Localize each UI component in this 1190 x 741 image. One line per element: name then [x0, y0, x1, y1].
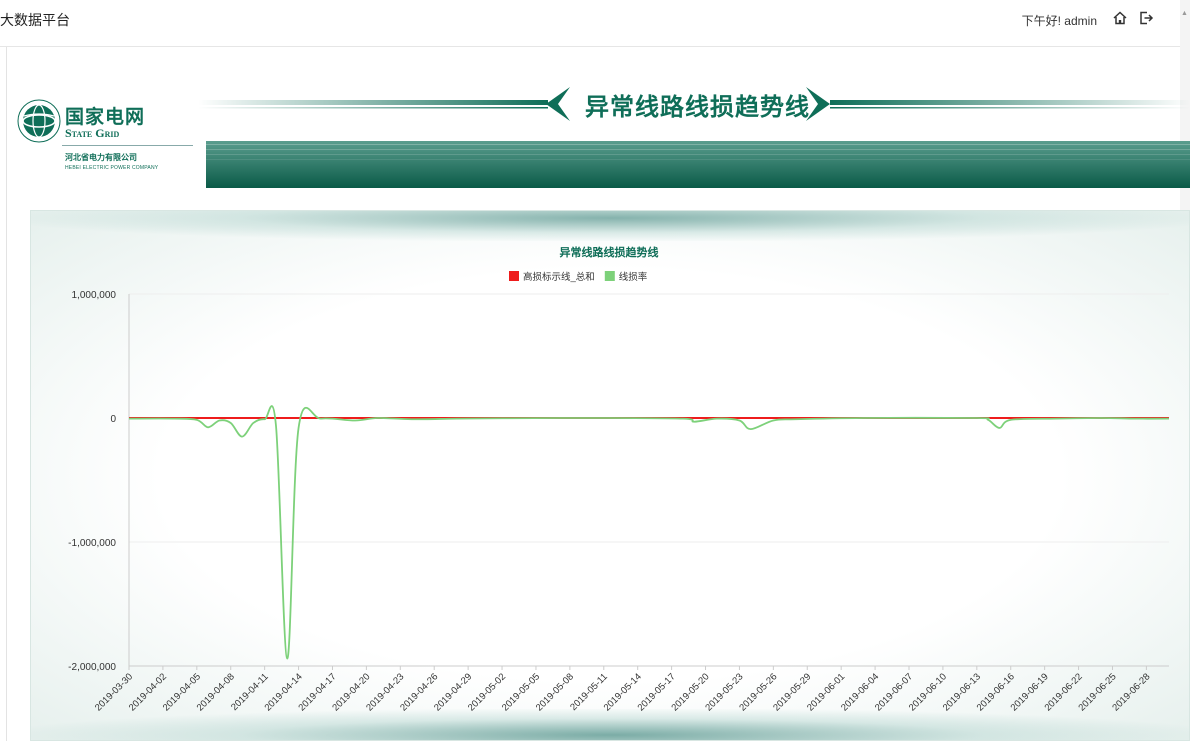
user-greeting: 下午好! admin — [1021, 14, 1097, 28]
legend-label[interactable]: 线损率 — [619, 271, 648, 283]
scroll-up-arrow-icon[interactable]: ▲ — [1181, 10, 1188, 17]
logo-english-name: State Grid — [65, 126, 120, 140]
top-bar: 大数据平台 下午好! admin — [0, 0, 1190, 47]
logo-divider — [62, 145, 193, 146]
globe-icon — [17, 99, 61, 143]
left-divider — [6, 47, 7, 741]
legend-label[interactable]: 高损标示线_总和 — [523, 271, 595, 283]
state-grid-logo: 国家电网 State Grid 河北省电力有限公司 HEBEI ELECTRIC… — [10, 88, 195, 178]
y-tick-label: -2,000,000 — [68, 662, 116, 673]
logo-chinese-name: 国家电网 — [65, 106, 146, 128]
company-chinese-name: 河北省电力有限公司 — [65, 153, 137, 162]
y-tick-label: -1,000,000 — [68, 538, 116, 549]
home-icon[interactable] — [1112, 10, 1128, 26]
page-banner: 国家电网 State Grid 河北省电力有限公司 HEBEI ELECTRIC… — [10, 80, 1190, 192]
chart-panel: 异常线路线损趋势线 高损标示线_总和 线损率 1,000,000 0 -1,000,0… — [30, 210, 1190, 741]
chart-legend[interactable]: 高损标示线_总和 线损率 — [509, 271, 648, 283]
chart-grid — [129, 293, 1169, 667]
chart-title: 异常线路线损趋势线 — [560, 245, 659, 259]
y-axis: 1,000,000 0 -1,000,000 -2,000,000 — [68, 290, 130, 673]
logout-icon[interactable] — [1138, 10, 1154, 26]
line-chart: 异常线路线损趋势线 高损标示线_总和 线损率 1,000,000 0 -1,000,0… — [68, 245, 1170, 713]
y-tick-label: 1,000,000 — [72, 290, 117, 301]
company-english-name: HEBEI ELECTRIC POWER COMPANY — [65, 165, 159, 171]
legend-swatch[interactable] — [604, 271, 615, 281]
legend-swatch[interactable] — [509, 271, 519, 281]
plot-area — [128, 405, 1170, 660]
y-tick-label: 0 — [110, 414, 116, 425]
app-title: 大数据平台 — [0, 12, 70, 28]
x-axis: 2019-03-302019-04-022019-04-052019-04-08… — [93, 665, 1169, 713]
banner-title: 异常线路线损趋势线 — [585, 93, 810, 121]
series-line-2 — [128, 405, 1170, 660]
